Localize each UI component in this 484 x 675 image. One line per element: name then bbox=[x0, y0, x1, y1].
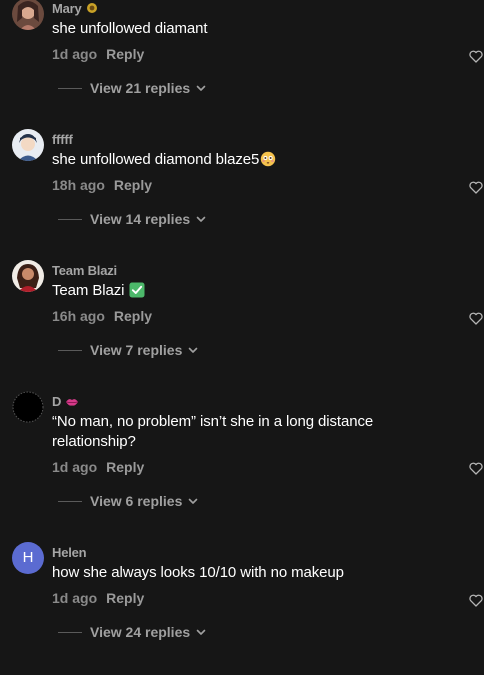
comment-meta: 16h ago Reply bbox=[52, 308, 152, 324]
chevron-down-icon bbox=[188, 492, 198, 510]
chevron-down-icon bbox=[196, 79, 206, 97]
username-text: Helen bbox=[52, 545, 87, 560]
view-replies-button[interactable]: View 14 replies bbox=[58, 209, 206, 229]
comment-text: she unfollowed diamond blaze5 bbox=[52, 150, 452, 173]
comment-username[interactable]: fffff bbox=[52, 132, 73, 147]
username-text: Team Blazi bbox=[52, 263, 117, 278]
avatar[interactable]: H bbox=[12, 542, 44, 574]
user-avatar-image bbox=[12, 0, 44, 30]
view-replies-button[interactable]: View 21 replies bbox=[58, 78, 206, 98]
view-replies-label: View 6 replies bbox=[90, 493, 183, 509]
user-avatar-image bbox=[12, 129, 44, 161]
replies-divider-line bbox=[58, 500, 82, 502]
reply-button[interactable]: Reply bbox=[106, 459, 144, 475]
heart-icon[interactable] bbox=[469, 312, 483, 325]
comment-meta: 1d ago Reply bbox=[52, 590, 144, 606]
reply-button[interactable]: Reply bbox=[114, 308, 152, 324]
heart-icon[interactable] bbox=[469, 50, 483, 63]
user-avatar-image bbox=[12, 260, 44, 292]
reply-button[interactable]: Reply bbox=[106, 590, 144, 606]
heart-icon[interactable] bbox=[469, 594, 483, 607]
comment-item: Mary she unfollowed diamant 1d ago Reply … bbox=[0, 0, 484, 131]
avatar[interactable] bbox=[12, 260, 44, 292]
comment-timestamp: 1d ago bbox=[52, 459, 98, 475]
comment-item: Team Blazi Team Blazi 16h ago Reply View … bbox=[0, 260, 484, 393]
comment-username[interactable]: D bbox=[52, 394, 79, 410]
comment-item: fffff she unfollowed diamond blaze5 18h … bbox=[0, 129, 484, 262]
comment-text-line: relationship? bbox=[52, 433, 136, 450]
heart-icon[interactable] bbox=[469, 181, 483, 194]
view-replies-button[interactable]: View 6 replies bbox=[58, 491, 198, 511]
username-text: Mary bbox=[52, 1, 82, 16]
replies-divider-line bbox=[58, 218, 82, 220]
comment-timestamp: 16h ago bbox=[52, 308, 105, 324]
sunflower-icon bbox=[86, 2, 98, 17]
comment-text: “No man, no problem” isn’t she in a long… bbox=[52, 412, 452, 452]
comment-timestamp: 1d ago bbox=[52, 46, 98, 62]
comment-username[interactable]: Helen bbox=[52, 545, 87, 560]
comment-item: D “No man, no problem” isn’t she in a lo… bbox=[0, 391, 484, 524]
view-replies-label: View 14 replies bbox=[90, 211, 191, 227]
username-text: fffff bbox=[52, 132, 73, 147]
comment-meta: 1d ago Reply bbox=[52, 46, 144, 62]
chevron-down-icon bbox=[196, 210, 206, 228]
comment-username[interactable]: Team Blazi bbox=[52, 263, 117, 278]
avatar[interactable] bbox=[12, 391, 44, 423]
comment-text: Team Blazi bbox=[52, 281, 452, 304]
flushed-face-icon bbox=[260, 151, 276, 173]
view-replies-button[interactable]: View 24 replies bbox=[58, 622, 206, 642]
lips-icon bbox=[65, 395, 79, 410]
comment-text: how she always looks 10/10 with no makeu… bbox=[52, 564, 344, 581]
view-replies-label: View 7 replies bbox=[90, 342, 183, 358]
username-text: D bbox=[52, 394, 62, 409]
replies-divider-line bbox=[58, 631, 82, 633]
comment-item: H Helen how she always looks 10/10 with … bbox=[0, 542, 484, 675]
comment-meta: 18h ago Reply bbox=[52, 177, 152, 193]
view-replies-label: View 21 replies bbox=[90, 80, 191, 96]
comment-timestamp: 18h ago bbox=[52, 177, 105, 193]
comment-timestamp: 1d ago bbox=[52, 590, 98, 606]
avatar[interactable] bbox=[12, 0, 44, 30]
replies-divider-line bbox=[58, 349, 82, 351]
reply-button[interactable]: Reply bbox=[114, 177, 152, 193]
avatar-letter: H bbox=[22, 549, 34, 566]
avatar[interactable] bbox=[12, 129, 44, 161]
replies-divider-line bbox=[58, 87, 82, 89]
chevron-down-icon bbox=[196, 623, 206, 641]
comment-text-line: “No man, no problem” isn’t she in a long… bbox=[52, 413, 374, 430]
comment-username[interactable]: Mary bbox=[52, 1, 98, 17]
user-avatar-image bbox=[12, 391, 44, 423]
reply-button[interactable]: Reply bbox=[106, 46, 144, 62]
chevron-down-icon bbox=[188, 341, 198, 359]
check-mark-icon bbox=[129, 282, 145, 304]
comment-meta: 1d ago Reply bbox=[52, 459, 144, 475]
view-replies-button[interactable]: View 7 replies bbox=[58, 340, 198, 360]
comment-text-content: she unfollowed diamond blaze5 bbox=[52, 151, 260, 168]
comment-text-content: Team Blazi bbox=[52, 282, 125, 299]
heart-icon[interactable] bbox=[469, 462, 483, 475]
view-replies-label: View 24 replies bbox=[90, 624, 191, 640]
comment-text: she unfollowed diamant bbox=[52, 20, 208, 37]
